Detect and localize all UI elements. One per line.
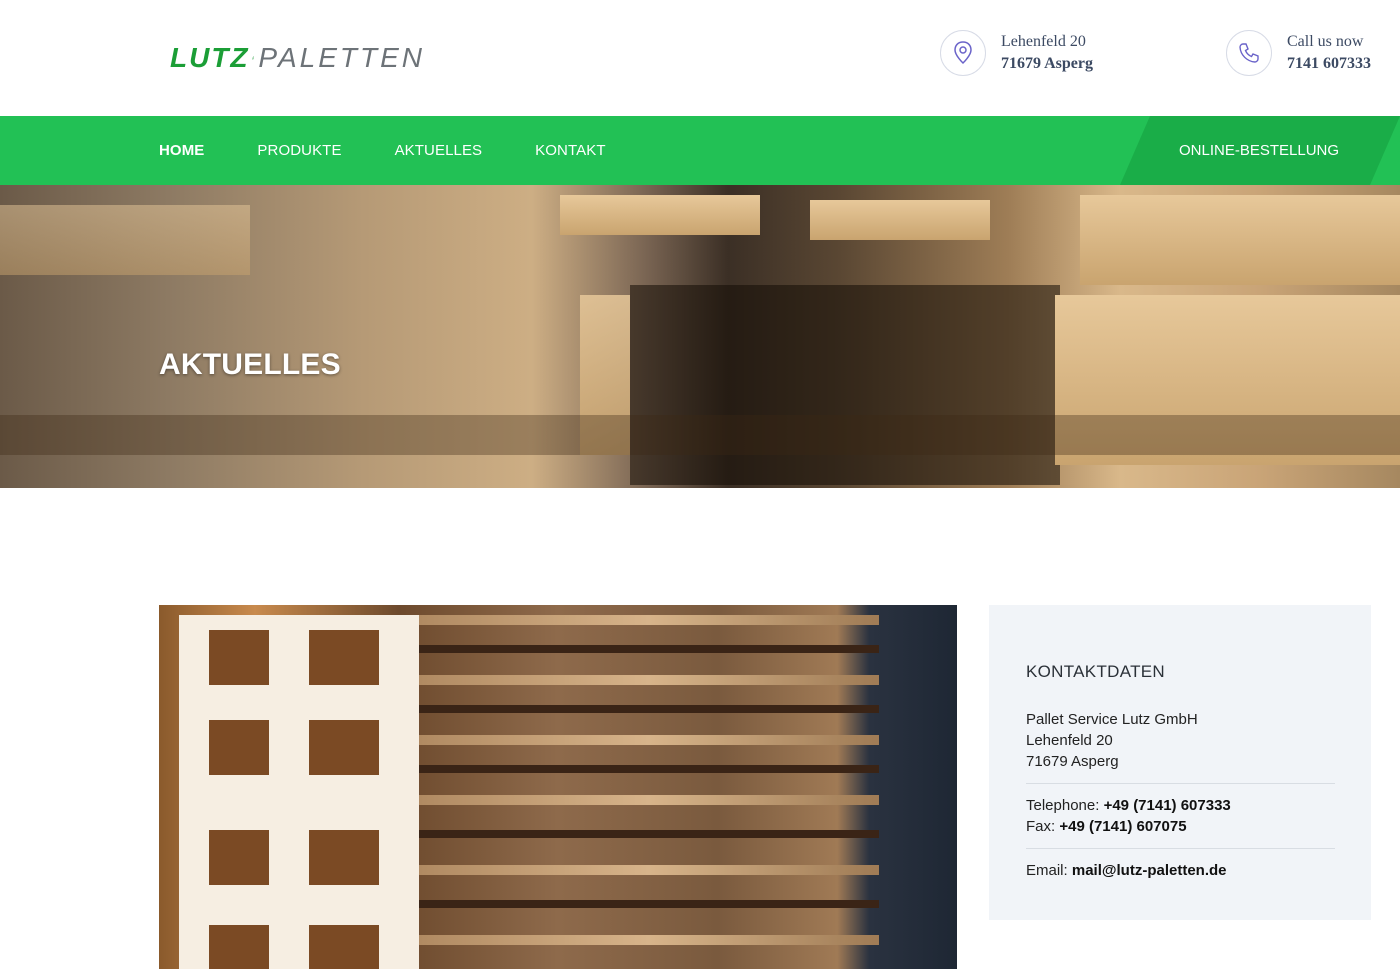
sidebar-phone-fax: Telephone: +49 (7141) 607333 Fax: +49 (7… (1026, 795, 1231, 837)
hero-board (0, 205, 250, 275)
photo-gap (419, 705, 879, 713)
logo-mark-icon (251, 56, 255, 60)
company-city: 71679 Asperg (1026, 753, 1119, 770)
telephone-label: Telephone: (1026, 797, 1100, 814)
photo-slat (419, 935, 879, 945)
sidebar-email: Email: mail@lutz-paletten.de (1026, 860, 1227, 881)
photo-gap (419, 830, 879, 838)
sidebar-address: Pallet Service Lutz GmbH Lehenfeld 20 71… (1026, 709, 1198, 772)
address-city: 71679 Asperg (1001, 55, 1093, 72)
photo-pallet-hole (209, 925, 269, 969)
nav-item-kontakt[interactable]: KONTAKT (535, 142, 605, 159)
photo-slat (419, 615, 879, 625)
logo-word-lutz: LUTZ (170, 42, 250, 73)
photo-pallet-hole (309, 720, 379, 775)
hero-board (1080, 195, 1400, 285)
photo-pallet-hole (209, 630, 269, 685)
photo-gap (419, 645, 879, 653)
nav-item-home[interactable]: HOME (159, 142, 204, 159)
nav-item-produkte[interactable]: PRODUKTE (257, 142, 341, 159)
photo-pallet-hole (309, 630, 379, 685)
telephone-value[interactable]: +49 (7141) 607333 (1104, 797, 1231, 814)
header-phone: Call us now 7141 607333 (1226, 30, 1371, 76)
hero-board (560, 195, 760, 235)
fax-value: +49 (7141) 607075 (1059, 818, 1187, 835)
sidebar-divider (1026, 848, 1335, 849)
phone-number[interactable]: 7141 607333 (1287, 53, 1371, 75)
photo-slat (419, 865, 879, 875)
photo-slat (419, 735, 879, 745)
photo-slat (419, 795, 879, 805)
site-logo[interactable]: LUTZ PALETTEN (170, 34, 425, 82)
photo-slat (419, 675, 879, 685)
sidebar-title: KONTAKTDATEN (1026, 662, 1165, 681)
page-title: AKTUELLES (159, 348, 341, 381)
online-order-button[interactable]: ONLINE-BESTELLUNG (1120, 116, 1400, 185)
contact-sidebar: KONTAKTDATEN Pallet Service Lutz GmbH Le… (989, 605, 1371, 920)
photo-pallet-hole (309, 830, 379, 885)
site-header: LUTZ PALETTEN Lehenfeld 20 71679 Asperg … (0, 0, 1400, 116)
email-link[interactable]: mail@lutz-paletten.de (1072, 862, 1227, 879)
photo-pallet-hole (309, 925, 379, 969)
photo-gap (419, 765, 879, 773)
phone-caption: Call us now (1287, 33, 1364, 50)
nav-item-aktuelles[interactable]: AKTUELLES (395, 142, 483, 159)
address-street: Lehenfeld 20 (1001, 33, 1086, 50)
online-order-button-label: ONLINE-BESTELLUNG (1179, 142, 1340, 159)
photo-pallet-hole (209, 830, 269, 885)
photo-pallet-hole (209, 720, 269, 775)
fax-label: Fax: (1026, 818, 1056, 835)
hero-plank (0, 415, 1400, 455)
location-pin-icon (940, 30, 986, 76)
hero-banner: AKTUELLES (0, 185, 1400, 488)
photo-gap (419, 900, 879, 908)
article-image (159, 605, 957, 969)
main-navigation: HOME PRODUKTE AKTUELLES KONTAKT ONLINE-B… (0, 116, 1400, 185)
email-label: Email: (1026, 862, 1068, 879)
header-address: Lehenfeld 20 71679 Asperg (940, 30, 1093, 76)
phone-icon (1226, 30, 1272, 76)
hero-board (810, 200, 990, 240)
company-street: Lehenfeld 20 (1026, 732, 1113, 749)
hero-shadow (630, 285, 1060, 485)
sidebar-divider (1026, 783, 1335, 784)
logo-word-paletten: PALETTEN (258, 42, 425, 73)
company-name: Pallet Service Lutz GmbH (1026, 711, 1198, 728)
